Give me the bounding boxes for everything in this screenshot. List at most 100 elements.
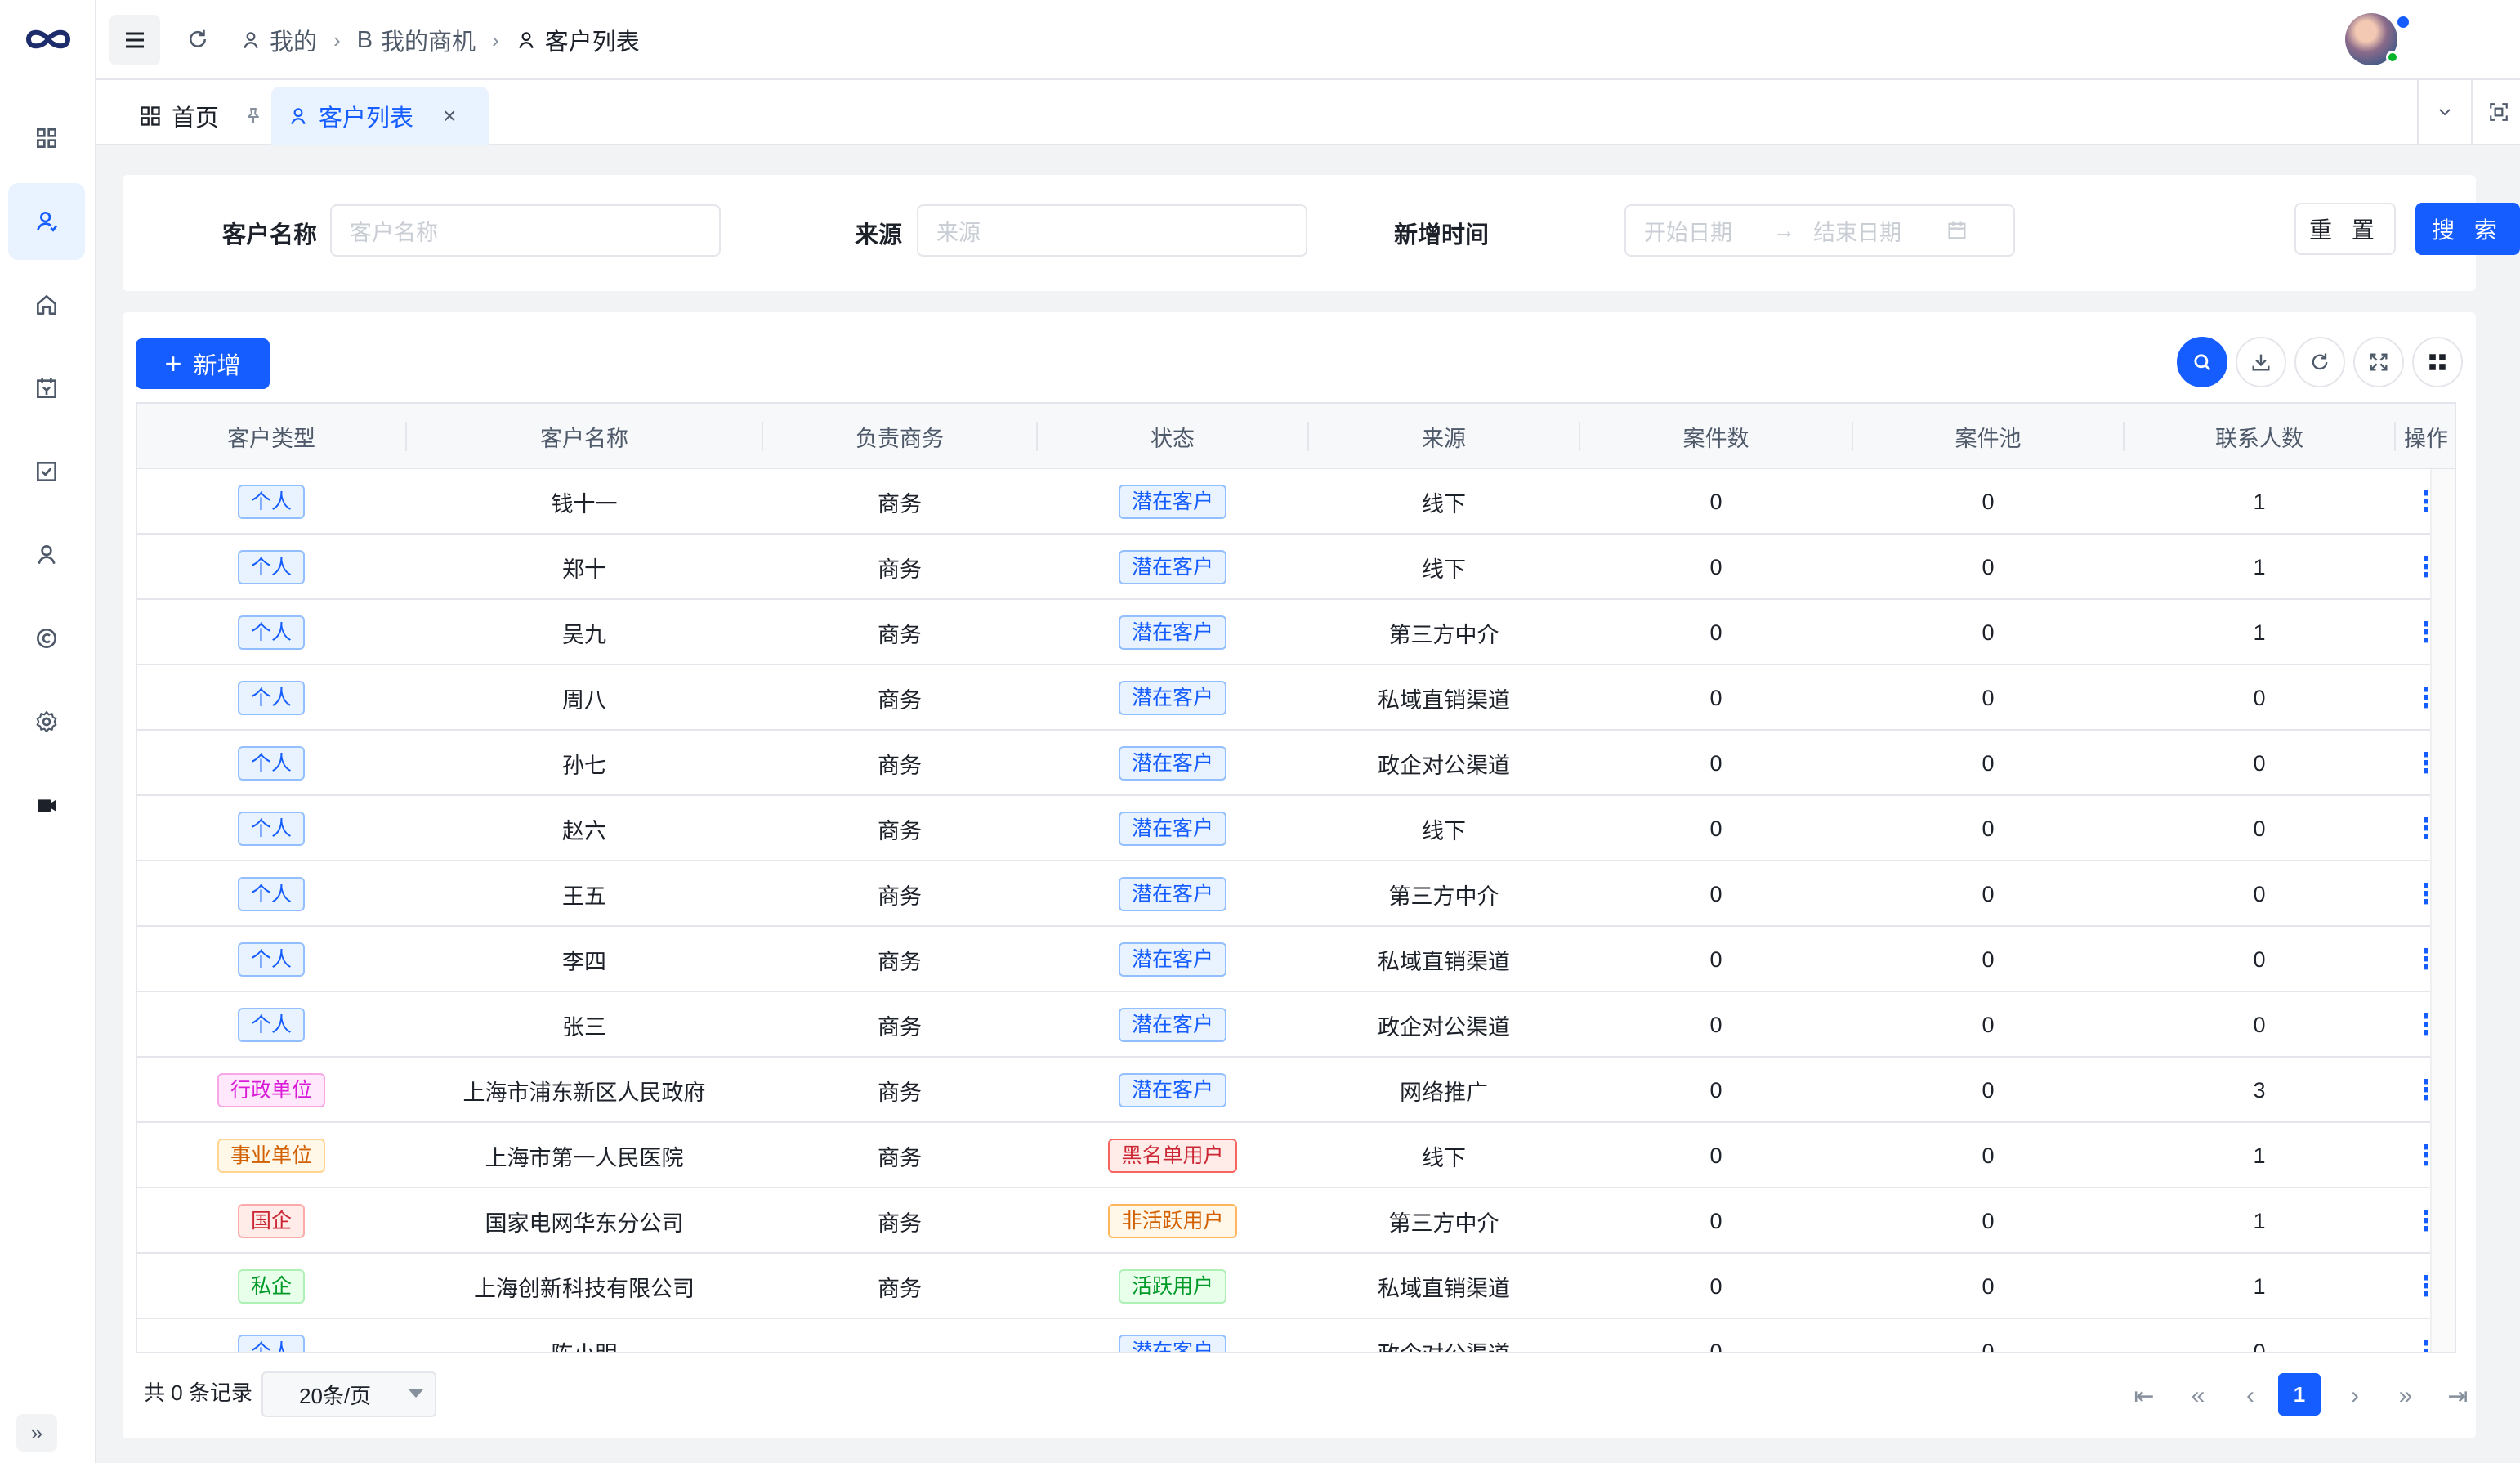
- cell-name: 吴九: [407, 600, 762, 665]
- add-button[interactable]: + 新增: [136, 338, 270, 389]
- search-icon: [2194, 354, 2211, 371]
- table-row[interactable]: 个人 钱十一 商务 潜在客户 线下 0 0 1 ⋮: [137, 469, 2455, 535]
- cell-pool: 0: [1853, 535, 2123, 600]
- table-row[interactable]: 个人 李四 商务 潜在客户 私域直销渠道 0 0 0 ⋮: [137, 927, 2455, 992]
- table-row[interactable]: 个人陈小明潜在客户政企对公渠道000⋮: [137, 1319, 2455, 1353]
- sidebar-dashboard-icon[interactable]: [8, 100, 85, 177]
- cell-text: 0: [1982, 1143, 1995, 1168]
- cell-type: 国企: [137, 1188, 405, 1254]
- table-row[interactable]: 个人 赵六 商务 潜在客户 线下 0 0 0 ⋮: [137, 796, 2455, 861]
- sidebar-settings-icon[interactable]: [8, 683, 85, 760]
- column-header-owner[interactable]: 负责商务: [763, 404, 1036, 469]
- cell-status: 潜在客户: [1038, 469, 1307, 535]
- next-jump-icon[interactable]: »: [2389, 1375, 2422, 1417]
- export-button[interactable]: [2236, 337, 2286, 387]
- column-header-name[interactable]: 客户名称: [407, 404, 762, 469]
- cell-text: 私域直销渠道: [1378, 1276, 1510, 1301]
- fullscreen-table-button[interactable]: [2353, 337, 2404, 387]
- table-scrollbar[interactable]: [2430, 469, 2455, 1352]
- cell-owner: 商务: [763, 992, 1036, 1058]
- customer-name-input[interactable]: 客户名称: [330, 204, 721, 257]
- cell-cases: 0: [1580, 535, 1852, 600]
- cell-name: 上海市浦东新区人民政府: [407, 1058, 762, 1123]
- table-row[interactable]: 私企 上海创新科技有限公司 商务 活跃用户 私域直销渠道 0 0 1 ⋮: [137, 1254, 2455, 1319]
- column-header-contacts[interactable]: 联系人数: [2125, 404, 2394, 469]
- table-row[interactable]: 个人 孙七 商务 潜在客户 政企对公渠道 0 0 0 ⋮: [137, 731, 2455, 796]
- sidebar-video-icon[interactable]: [8, 767, 85, 843]
- cell-contacts: 1: [2125, 469, 2394, 535]
- refresh-icon[interactable]: [180, 21, 216, 57]
- toggle-search-button[interactable]: [2177, 337, 2227, 387]
- breadcrumb: 我的 › B 我的商机 › 客户列表: [240, 21, 640, 59]
- tab-customer-list[interactable]: 客户列表 ×: [271, 87, 489, 145]
- breadcrumb-item-mine[interactable]: 我的: [240, 23, 317, 57]
- menu-toggle-button[interactable]: [109, 15, 160, 65]
- sidebar-copyright-icon[interactable]: [8, 600, 85, 677]
- cell-owner: 商务: [763, 1188, 1036, 1254]
- breadcrumb-label: 客户列表: [544, 29, 640, 56]
- column-header-pool[interactable]: 案件池: [1853, 404, 2123, 469]
- sidebar-home-icon[interactable]: [8, 266, 85, 343]
- sidebar-expand-button[interactable]: »: [16, 1414, 57, 1452]
- breadcrumb-item-business[interactable]: B 我的商机: [357, 23, 476, 57]
- date-range-picker[interactable]: 开始日期 → 结束日期: [1624, 204, 2015, 257]
- table-row[interactable]: 个人 周八 商务 潜在客户 私域直销渠道 0 0 0 ⋮: [137, 665, 2455, 731]
- table-row[interactable]: 行政单位 上海市浦东新区人民政府 商务 潜在客户 网络推广 0 0 3 ⋮: [137, 1058, 2455, 1123]
- next-page-icon[interactable]: ›: [2339, 1375, 2371, 1417]
- type-tag: 个人: [237, 812, 305, 846]
- search-button[interactable]: 搜 索: [2415, 203, 2520, 255]
- close-icon[interactable]: ×: [443, 103, 456, 129]
- cell-text: 第三方中介: [1388, 622, 1499, 647]
- status-badge: 非活跃用户: [1108, 1204, 1237, 1238]
- table-row[interactable]: 事业单位 上海市第一人民医院 商务 黑名单用户 线下 0 0 1 ⋮: [137, 1123, 2455, 1188]
- fullscreen-button[interactable]: [2471, 80, 2520, 144]
- type-tag: 个人: [237, 550, 305, 584]
- column-settings-button[interactable]: [2412, 337, 2463, 387]
- cell-cases: 0: [1580, 1188, 1852, 1254]
- table-row[interactable]: 个人 张三 商务 潜在客户 政企对公渠道 0 0 0 ⋮: [137, 992, 2455, 1058]
- page-size-select[interactable]: 20条/页: [261, 1371, 436, 1417]
- first-page-icon[interactable]: ⇤: [2128, 1375, 2160, 1417]
- cell-text: 商务: [878, 622, 922, 647]
- status-badge: 黑名单用户: [1108, 1139, 1237, 1173]
- prev-page-icon[interactable]: ‹: [2234, 1375, 2267, 1417]
- cell-text: 0: [1982, 685, 1995, 710]
- chevron-right-icon: ›: [333, 27, 341, 52]
- start-date-input[interactable]: 开始日期: [1644, 215, 1732, 247]
- tabs-dropdown-button[interactable]: [2417, 80, 2471, 144]
- sidebar-calendar-icon[interactable]: [8, 350, 85, 427]
- column-header-cases[interactable]: 案件数: [1580, 404, 1852, 469]
- logo-icon[interactable]: [20, 21, 77, 57]
- cell-source: 政企对公渠道: [1309, 992, 1579, 1058]
- table-row[interactable]: 国企 国家电网华东分公司 商务 非活跃用户 第三方中介 0 0 1 ⋮: [137, 1188, 2455, 1254]
- cell-pool: 0: [1853, 1319, 2123, 1353]
- reload-button[interactable]: [2294, 337, 2345, 387]
- column-header-ops: 操作: [2404, 426, 2448, 451]
- page-1-button[interactable]: 1: [2278, 1373, 2321, 1416]
- prev-jump-icon[interactable]: «: [2182, 1375, 2214, 1417]
- online-status-dot: [2386, 51, 2399, 64]
- column-header-status[interactable]: 状态: [1038, 404, 1307, 469]
- end-date-input[interactable]: 结束日期: [1813, 215, 1901, 247]
- breadcrumb-item-customers[interactable]: 客户列表: [516, 23, 640, 57]
- cell-pool: 0: [1853, 665, 2123, 731]
- column-header-source[interactable]: 来源: [1309, 404, 1579, 469]
- last-page-icon[interactable]: ⇥: [2442, 1375, 2474, 1417]
- table-row[interactable]: 个人 王五 商务 潜在客户 第三方中介 0 0 0 ⋮: [137, 861, 2455, 927]
- cell-text: 0: [1982, 1077, 1995, 1103]
- source-input[interactable]: 来源: [917, 204, 1307, 257]
- sidebar-task-icon[interactable]: [8, 433, 85, 510]
- pin-icon[interactable]: [244, 106, 263, 126]
- cell-type: 个人: [137, 600, 405, 665]
- cell-type: 个人: [137, 992, 405, 1058]
- cell-name: 陈小明: [407, 1319, 762, 1353]
- table-row[interactable]: 个人 吴九 商务 潜在客户 第三方中介 0 0 1 ⋮: [137, 600, 2455, 665]
- sidebar-user-icon[interactable]: [8, 517, 85, 593]
- column-header-type[interactable]: 客户类型: [137, 404, 405, 469]
- reset-button[interactable]: 重 置: [2294, 203, 2396, 255]
- cell-type: 个人: [137, 665, 405, 731]
- table-row[interactable]: 个人 郑十 商务 潜在客户 线下 0 0 1 ⋮: [137, 535, 2455, 600]
- sidebar-customer-icon[interactable]: [8, 183, 85, 260]
- tab-home[interactable]: 首页: [123, 87, 279, 145]
- cell-type: 个人: [137, 1319, 405, 1352]
